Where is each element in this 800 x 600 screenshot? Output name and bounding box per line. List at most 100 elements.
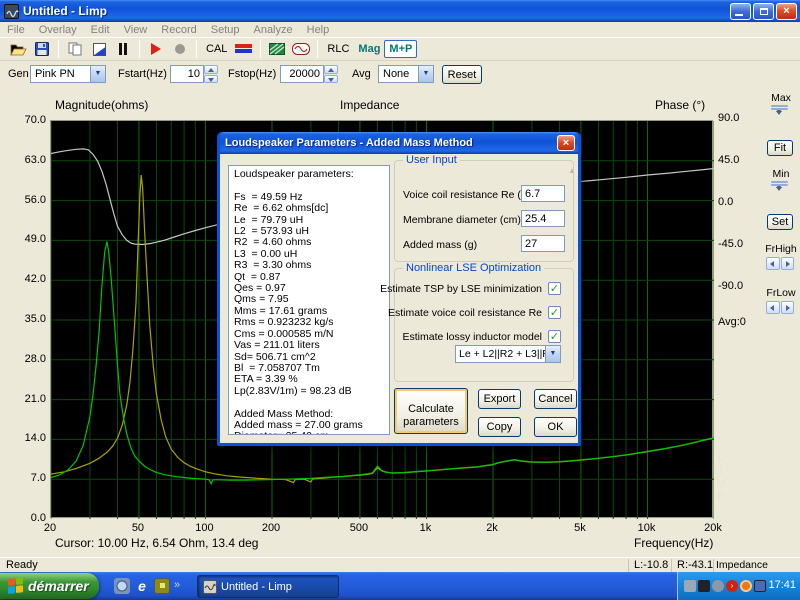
tray-icon-4[interactable]: › (726, 580, 738, 592)
copy-button[interactable] (63, 39, 87, 59)
estimate-inductor-checkbox[interactable]: ✓ (548, 330, 561, 343)
start-button[interactable]: démarrer (0, 573, 99, 599)
menu-view[interactable]: View (117, 24, 155, 36)
avg-label: Avg (352, 68, 371, 80)
fstop-spinner[interactable] (324, 65, 338, 83)
menubar: File Overlay Edit View Record Setup Anal… (0, 22, 800, 37)
windows-logo-icon (8, 577, 24, 595)
menu-record[interactable]: Record (154, 24, 203, 36)
loudspeaker-parameters-dialog: Loudspeaker Parameters - Added Mass Meth… (217, 132, 581, 446)
estimate-re-checkbox[interactable]: ✓ (548, 306, 561, 319)
fstart-input[interactable] (170, 65, 204, 83)
cancel-button[interactable]: Cancel (534, 389, 577, 409)
window-titlebar: Untitled - Limp × (0, 0, 800, 22)
fstop-input[interactable] (280, 65, 324, 83)
menu-overlay[interactable]: Overlay (32, 24, 84, 36)
menu-edit[interactable]: Edit (84, 24, 117, 36)
tray-icon-6[interactable] (754, 580, 766, 592)
calculate-parameters-button[interactable]: Calculate parameters (394, 388, 468, 434)
inductor-model-select[interactable]: Le + L2||R2 + L3||R3 ▼ (455, 345, 561, 363)
max-spinner[interactable] (771, 105, 788, 110)
frhigh-label: FrHigh (762, 243, 800, 255)
axis-tick-label: 42.0 (2, 273, 46, 285)
window-title: Untitled - Limp (23, 4, 107, 18)
reset-button[interactable]: Reset (442, 65, 482, 84)
play-icon (150, 43, 162, 55)
re-input[interactable] (521, 185, 565, 202)
chevron-down-icon[interactable]: ▼ (90, 66, 105, 82)
quick-launch-icon-1[interactable] (114, 578, 130, 594)
arrow-right-icon (781, 257, 795, 270)
chevron-down-icon[interactable]: ▼ (418, 66, 433, 82)
menu-setup[interactable]: Setup (204, 24, 247, 36)
menu-help[interactable]: Help (300, 24, 337, 36)
dialog-titlebar[interactable]: Loudspeaker Parameters - Added Mass Meth… (220, 132, 578, 154)
avg-count-label: Avg:0 (718, 316, 746, 328)
arrow-left-icon (766, 301, 780, 314)
quick-launch-chevron-icon[interactable]: » (174, 579, 180, 591)
generator-type-select[interactable]: Pink PN ▼ (30, 65, 106, 83)
calibrate-button[interactable]: CAL (201, 43, 232, 55)
record-icon (174, 43, 186, 55)
min-spinner[interactable] (771, 181, 788, 186)
spectrum-button[interactable] (265, 39, 289, 59)
fstart-spinner[interactable] (204, 65, 218, 83)
levels-button[interactable] (232, 39, 256, 59)
tray-icon-1[interactable] (684, 580, 696, 592)
copy-button-dialog[interactable]: Copy (478, 417, 521, 437)
ok-button[interactable]: OK (534, 417, 577, 437)
diameter-input[interactable] (521, 210, 565, 227)
menu-analyze[interactable]: Analyze (246, 24, 299, 36)
copy-icon (68, 42, 82, 56)
close-button[interactable]: × (776, 3, 797, 20)
restore-button[interactable] (753, 3, 774, 20)
levels-icon (235, 43, 253, 55)
taskbar-task-button[interactable]: Untitled - Limp (197, 575, 339, 598)
minimize-button[interactable] (730, 3, 751, 20)
avg-select[interactable]: None ▼ (378, 65, 434, 83)
spin-up-icon (771, 105, 788, 107)
quick-launch-icon-2[interactable]: e (134, 578, 150, 594)
spin-up-icon (771, 181, 788, 183)
chevron-down-icon[interactable]: ▼ (545, 346, 560, 362)
start-button-label: démarrer (28, 578, 89, 594)
parameters-textbox[interactable]: Loudspeaker parameters: Fs = 49.59 Hz Re… (228, 165, 390, 435)
menu-file[interactable]: File (0, 24, 32, 36)
set-button[interactable]: Set (767, 214, 793, 230)
tray-icon-2[interactable] (698, 580, 710, 592)
open-button[interactable] (6, 39, 30, 59)
taskbar: démarrer e » Untitled - Limp › 17:41 (0, 572, 800, 600)
close-icon: × (563, 137, 569, 149)
record-button[interactable] (168, 39, 192, 59)
fit-button[interactable]: Fit (767, 140, 793, 156)
taskbar-clock: 17:41 (768, 579, 796, 591)
rlc-button[interactable]: RLC (322, 43, 354, 55)
tray-icon-5[interactable] (740, 580, 752, 592)
sine-icon (292, 43, 310, 55)
export-button[interactable]: Export (478, 389, 521, 409)
axis-tick-label: 0.0 (2, 512, 46, 524)
toolbar-separator (260, 40, 261, 58)
axis-tick-label: 35.0 (2, 313, 46, 325)
axis-tick-label: 21.0 (2, 393, 46, 405)
axis-tick-label: 63.0 (2, 154, 46, 166)
frlow-arrows[interactable] (766, 301, 794, 314)
frhigh-arrows[interactable] (766, 257, 794, 270)
frlow-label: FrLow (762, 287, 800, 299)
status-text: Ready (6, 559, 38, 571)
estimate-tsp-checkbox[interactable]: ✓ (548, 282, 561, 295)
generator-button[interactable] (289, 39, 313, 59)
play-button[interactable] (144, 39, 168, 59)
mag-phase-mode-button[interactable]: M+P (384, 40, 417, 58)
close-icon: × (783, 5, 789, 17)
added-mass-input[interactable] (521, 235, 565, 252)
dialog-close-button[interactable]: × (557, 135, 575, 151)
pause-button[interactable] (111, 39, 135, 59)
tray-icon-3[interactable] (712, 580, 724, 592)
quick-launch-icon-3[interactable] (154, 578, 170, 594)
save-button[interactable] (30, 39, 54, 59)
fstart-label: Fstart(Hz) (118, 68, 167, 80)
mag-mode-button[interactable]: Mag (354, 41, 384, 57)
bw-overlay-button[interactable] (87, 39, 111, 59)
toolbar-separator (317, 40, 318, 58)
